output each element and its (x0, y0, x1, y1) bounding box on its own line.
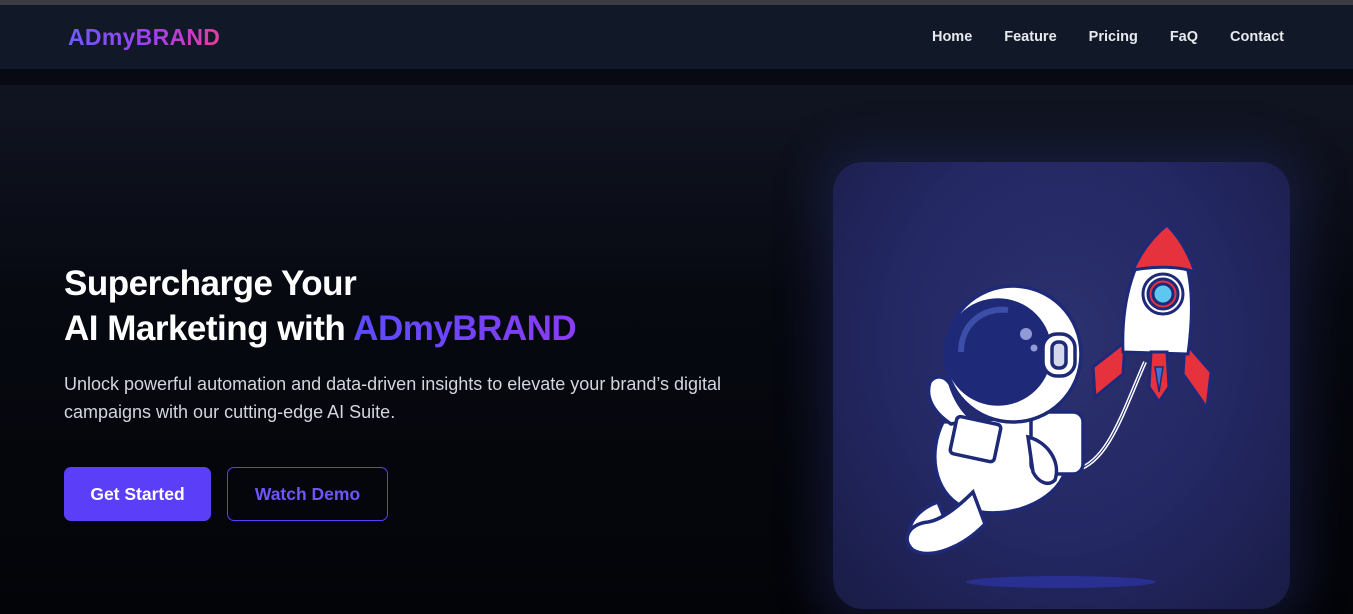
nav-link-pricing[interactable]: Pricing (1089, 29, 1138, 45)
headline-line-2-prefix: AI Marketing with (64, 309, 354, 348)
nav-link-feature[interactable]: Feature (1004, 29, 1056, 45)
hero-illustration-card (833, 162, 1290, 609)
brand-logo[interactable]: ADmyBRAND (68, 24, 220, 51)
nav-links: Home Feature Pricing FaQ Contact (932, 29, 1284, 45)
rocket-icon (1091, 222, 1213, 413)
hero-headline: Supercharge Your AI Marketing with ADmyB… (64, 261, 784, 351)
hero-content: Supercharge Your AI Marketing with ADmyB… (64, 261, 784, 521)
headline-line-1: Supercharge Your (64, 264, 357, 303)
hero-section: Supercharge Your AI Marketing with ADmyB… (0, 85, 1353, 614)
navbar-divider (0, 69, 1353, 85)
astronaut-rocket-illustration (905, 222, 1213, 588)
nav-link-home[interactable]: Home (932, 29, 972, 45)
get-started-button[interactable]: Get Started (64, 467, 211, 521)
watch-demo-button[interactable]: Watch Demo (227, 467, 388, 521)
hero-subtext: Unlock powerful automation and data-driv… (64, 374, 722, 422)
nav-link-contact[interactable]: Contact (1230, 29, 1284, 45)
navbar: ADmyBRAND Home Feature Pricing FaQ Conta… (0, 5, 1353, 69)
nav-link-faq[interactable]: FaQ (1170, 29, 1198, 45)
astronaut-icon (905, 284, 1085, 556)
hero-buttons: Get Started Watch Demo (64, 467, 784, 521)
headline-brand: ADmyBRAND (353, 309, 577, 348)
